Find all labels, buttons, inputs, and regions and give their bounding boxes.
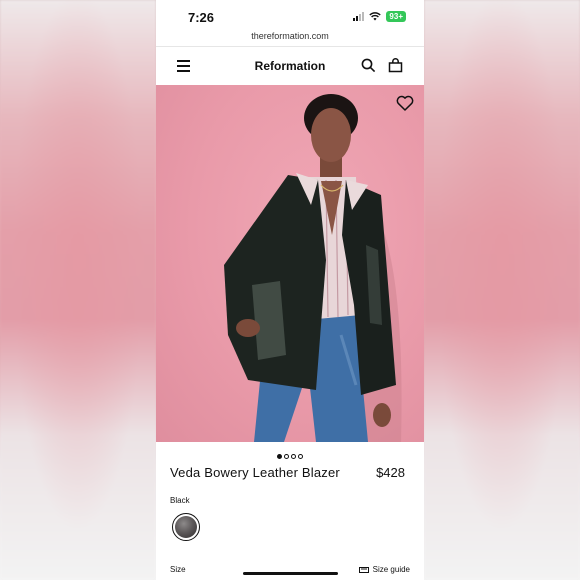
gallery-dot[interactable] (291, 454, 296, 459)
product-image[interactable] (156, 85, 424, 442)
size-guide-label: Size guide (372, 565, 410, 574)
brand-logo[interactable]: Reformation (156, 59, 424, 73)
background-blur-right (424, 0, 580, 580)
phone-screen: 7:26 93+ thereformation.com Reformation (156, 0, 424, 580)
gallery-pagination (156, 446, 424, 459)
gallery-dot[interactable] (298, 454, 303, 459)
home-indicator[interactable] (243, 572, 338, 575)
gallery-dot[interactable] (277, 454, 282, 459)
shopping-bag-icon[interactable] (388, 58, 403, 73)
product-price: $428 (376, 465, 405, 480)
product-title: Veda Bowery Leather Blazer (170, 465, 340, 480)
battery-indicator: 93+ (386, 11, 406, 22)
wifi-icon (369, 12, 382, 21)
status-icons: 93+ (353, 11, 406, 22)
url-bar[interactable]: thereformation.com (156, 31, 424, 41)
color-swatch-black[interactable] (172, 513, 200, 541)
model-photo (224, 94, 402, 442)
size-label: Size (170, 565, 186, 574)
wishlist-heart-icon[interactable] (396, 95, 414, 111)
gallery-dot[interactable] (284, 454, 289, 459)
status-bar: 7:26 93+ (156, 0, 424, 28)
size-guide-link[interactable]: Size guide (358, 565, 410, 574)
signal-icon (353, 12, 365, 21)
background-blur-left (0, 0, 156, 580)
site-header: Reformation (156, 46, 424, 87)
status-time: 7:26 (188, 10, 215, 25)
color-label: Black (170, 496, 190, 505)
search-icon[interactable] (361, 58, 376, 73)
ruler-icon (358, 566, 369, 573)
